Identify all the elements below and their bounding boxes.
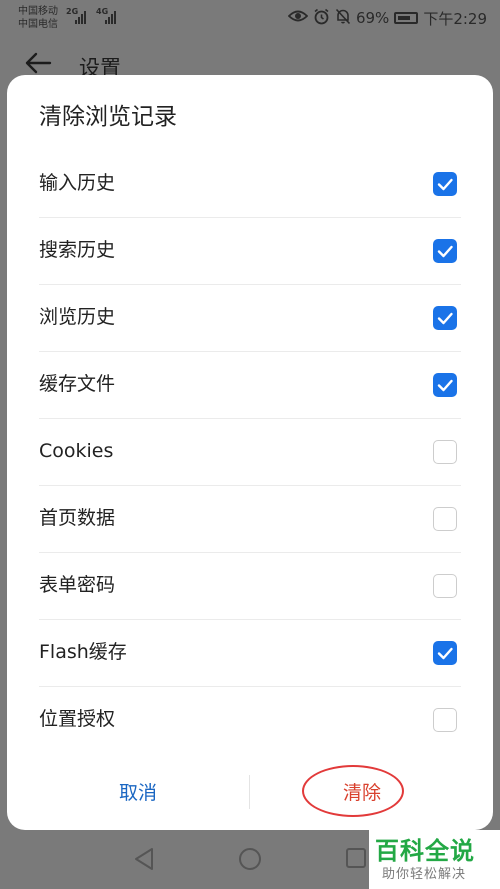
option-row[interactable]: 浏览历史	[7, 284, 493, 351]
alarm-icon	[313, 8, 330, 29]
option-label: 首页数据	[39, 507, 116, 529]
recents-square-icon[interactable]	[345, 847, 367, 873]
back-triangle-icon[interactable]	[133, 847, 155, 875]
checkbox-unchecked[interactable]	[433, 574, 457, 598]
option-row[interactable]: Flash缓存	[7, 619, 493, 686]
checkmark-icon	[437, 647, 453, 660]
option-row[interactable]: 首页数据	[7, 485, 493, 552]
option-row[interactable]: Cookies	[7, 418, 493, 485]
option-row[interactable]: 输入历史	[7, 150, 493, 217]
checkbox-checked[interactable]	[433, 306, 457, 330]
checkbox-checked[interactable]	[433, 239, 457, 263]
annotation-circle	[302, 765, 404, 817]
option-row[interactable]: 位置授权	[7, 686, 493, 753]
signal-2-icon	[105, 10, 116, 24]
option-label: 位置授权	[39, 708, 116, 730]
checkbox-checked[interactable]	[433, 172, 457, 196]
checkbox-unchecked[interactable]	[433, 440, 457, 464]
button-divider	[249, 775, 250, 809]
checkmark-icon	[437, 245, 453, 258]
option-label: Cookies	[39, 440, 114, 462]
options-list: 输入历史搜索历史浏览历史缓存文件 Cookies 首页数据表单密码 Flash缓存 位置…	[7, 150, 493, 753]
checkmark-icon	[437, 312, 453, 325]
option-label: Flash缓存	[39, 641, 127, 663]
status-icons: 69% 下午2:29	[287, 6, 487, 30]
battery-percent: 69%	[355, 9, 390, 27]
option-row[interactable]: 表单密码	[7, 552, 493, 619]
option-row[interactable]: 缓存文件	[7, 351, 493, 418]
battery-icon	[394, 12, 419, 24]
option-row[interactable]: 搜索历史	[7, 217, 493, 284]
eye-icon	[287, 9, 309, 27]
option-label: 缓存文件	[39, 373, 116, 395]
clear-history-dialog: 清除浏览记录 输入历史搜索历史浏览历史缓存文件 Cookies 首页数据表单密码 Fl…	[7, 75, 493, 830]
carrier-1-label: 中国移动	[18, 6, 58, 17]
watermark-title: 百科全说	[375, 837, 475, 865]
option-label: 搜索历史	[39, 239, 116, 261]
cancel-button[interactable]: 取消	[63, 776, 213, 810]
checkmark-icon	[437, 379, 453, 392]
carrier-2-label: 中国电信	[18, 19, 58, 30]
checkbox-checked[interactable]	[433, 373, 457, 397]
watermark-logo: 百科全说 助你轻松解决	[369, 830, 500, 889]
option-label: 输入历史	[39, 172, 116, 194]
signal-1-icon	[75, 10, 86, 24]
checkmark-icon	[437, 178, 453, 191]
status-bar: 中国移动 中国电信 2G 4G 69% 下午2:29	[0, 0, 500, 38]
home-circle-icon[interactable]	[238, 847, 262, 875]
option-label: 表单密码	[39, 574, 116, 596]
clock-time: 下午2:29	[423, 9, 487, 28]
option-label: 浏览历史	[39, 306, 116, 328]
watermark-subtitle: 助你轻松解决	[382, 867, 467, 882]
checkbox-checked[interactable]	[433, 641, 457, 665]
checkbox-unchecked[interactable]	[433, 507, 457, 531]
dialog-title: 清除浏览记录	[39, 104, 177, 130]
mute-icon	[335, 8, 351, 29]
checkbox-unchecked[interactable]	[433, 708, 457, 732]
carrier-info: 中国移动 中国电信	[18, 5, 58, 31]
